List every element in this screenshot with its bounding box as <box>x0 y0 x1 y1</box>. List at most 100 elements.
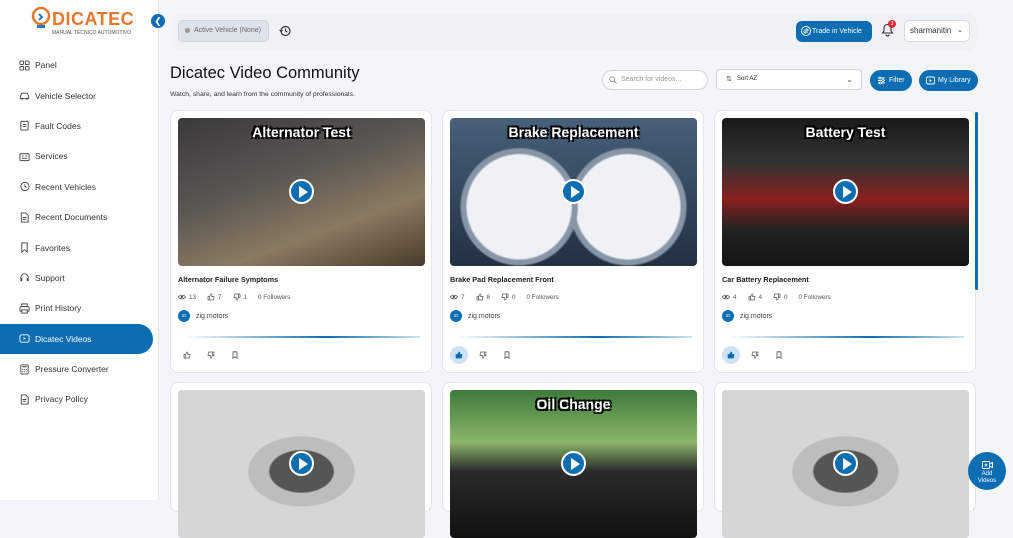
user-menu[interactable]: sharmanitin ⌄ <box>904 20 970 42</box>
sidebar-item-panel[interactable]: Panel <box>0 50 159 80</box>
chevron-down-icon: ⌄ <box>846 75 853 84</box>
dislike-button[interactable] <box>746 346 764 364</box>
video-card[interactable]: Alternator Test Alternator Failure Sympto… <box>170 110 432 373</box>
video-card[interactable] <box>170 382 432 538</box>
sidebar-item-favorites[interactable]: Favorites <box>0 232 159 262</box>
eye-icon <box>450 294 458 300</box>
chevron-down-icon: ⌄ <box>957 27 963 34</box>
video-card[interactable]: Brake Replacement Brake Pad Replacement F… <box>442 110 704 373</box>
bookmark-icon <box>504 351 510 359</box>
fab-label-line1: Add <box>981 471 993 477</box>
play-icon[interactable] <box>289 451 314 476</box>
trade-in-vehicle-button[interactable]: Trade in Vehicle <box>796 21 872 42</box>
dislike-button[interactable] <box>202 346 220 364</box>
bookmark-button[interactable] <box>498 346 516 364</box>
headset-icon <box>20 273 29 282</box>
grid-icon <box>19 60 30 71</box>
play-icon[interactable] <box>561 179 586 204</box>
like-count: 7 <box>218 293 222 301</box>
printer-icon <box>19 303 30 314</box>
filter-button[interactable]: Filter <box>870 70 912 91</box>
video-thumbnail[interactable] <box>178 390 425 538</box>
scrollbar[interactable] <box>975 112 978 290</box>
active-vehicle-label: Active Vehicle (None) <box>194 27 261 34</box>
sidebar-item-services[interactable]: Services <box>0 141 159 171</box>
sidebar-item-print-history[interactable]: Print History <box>0 293 159 323</box>
sidebar-item-support[interactable]: Support <box>0 263 159 293</box>
like-button[interactable] <box>178 346 196 364</box>
my-library-button[interactable]: My Library <box>919 70 978 91</box>
sidebar-item-label: Panel <box>35 60 57 71</box>
play-icon[interactable] <box>561 451 586 476</box>
sort-select[interactable]: ⇅ Sort AZ ⌄ <box>716 69 862 90</box>
like-button[interactable] <box>722 346 740 364</box>
history-icon[interactable] <box>279 25 291 37</box>
sidebar-item-label: Dicatec Videos <box>35 333 92 344</box>
bookmark-icon <box>776 351 782 359</box>
view-count: 13 <box>189 293 197 301</box>
sort-icon: ⇅ <box>726 76 732 83</box>
channel-name: zig.motors <box>468 312 501 320</box>
video-title[interactable]: Brake Pad Replacement Front <box>450 275 554 284</box>
video-thumbnail[interactable]: Alternator Test <box>178 118 425 266</box>
channel-link[interactable]: ZI zig.motors <box>722 310 772 322</box>
play-icon[interactable] <box>833 451 858 476</box>
car-icon <box>19 92 30 100</box>
video-card[interactable] <box>714 382 976 538</box>
thumbnail-title: Brake Replacement <box>508 124 639 140</box>
bookmark-button[interactable] <box>226 346 244 364</box>
dicatec-logo[interactable]: DICATEC MANUAL TÉCNICO AUTOMOTIVO <box>31 7 156 39</box>
video-actions <box>178 346 244 364</box>
video-card[interactable]: Oil Change <box>442 382 704 538</box>
sidebar-item-label: Pressure Converter <box>35 364 109 375</box>
bookmark-button[interactable] <box>770 346 788 364</box>
eye-icon <box>178 294 186 300</box>
active-vehicle-chip[interactable]: Active Vehicle (None) <box>178 20 269 42</box>
sidebar-item-privacy-policy[interactable]: Privacy Policy <box>0 384 159 414</box>
dislike-count: 1 <box>243 293 248 301</box>
document-icon <box>20 394 29 405</box>
avatar: ZI <box>450 310 462 322</box>
calculator-icon <box>20 364 29 375</box>
sidebar-item-recent-documents[interactable]: Recent Documents <box>0 202 159 232</box>
play-icon[interactable] <box>833 179 858 204</box>
like-count: 4 <box>758 293 763 301</box>
sidebar-item-label: Support <box>35 272 65 283</box>
divider <box>457 336 692 338</box>
thumbnail-title: Alternator Test <box>252 124 351 140</box>
sidebar-item-label: Vehicle Selector <box>35 90 96 101</box>
video-thumbnail[interactable]: Battery Test <box>722 118 969 266</box>
channel-link[interactable]: ZI zig.motors <box>450 310 500 322</box>
sidebar-item-label: Services <box>35 151 68 162</box>
page-subtitle: Watch, share, and learn from the communi… <box>170 91 355 98</box>
video-add-icon <box>981 461 993 469</box>
video-thumbnail[interactable] <box>722 390 969 538</box>
thumbnail-title: Battery Test <box>805 124 886 140</box>
sidebar-item-dicatec-videos[interactable]: Dicatec Videos <box>0 323 153 354</box>
sidebar-item-vehicle-selector[interactable]: Vehicle Selector <box>0 80 159 110</box>
video-title[interactable]: Car Battery Replacement <box>722 275 809 284</box>
sidebar-item-fault-codes[interactable]: Fault Codes <box>0 111 159 141</box>
like-button[interactable] <box>450 346 468 364</box>
dislike-button[interactable] <box>474 346 492 364</box>
thumbs-down-icon <box>479 351 487 359</box>
sidebar-item-recent-vehicles[interactable]: Recent Vehicles <box>0 172 159 202</box>
add-videos-button[interactable]: Add Videos <box>968 452 1006 490</box>
page-title: Dicatec Video Community <box>170 64 360 82</box>
play-icon[interactable] <box>289 179 314 204</box>
video-title[interactable]: Alternator Failure Symptoms <box>178 275 278 284</box>
video-thumbnail[interactable]: Brake Replacement <box>450 118 697 266</box>
play-circle-icon <box>926 76 935 85</box>
video-card[interactable]: Battery Test Car Battery Replacement 4 4 0 0 … <box>714 110 976 373</box>
search-input[interactable]: Search for videos... <box>602 70 708 90</box>
collapse-sidebar-button[interactable]: ❮ <box>151 14 165 28</box>
channel-link[interactable]: ZI zig.motors <box>178 310 228 322</box>
swap-icon <box>801 26 811 36</box>
video-stats: 7 8 0 0 Followers <box>450 293 559 301</box>
thumbs-down-icon <box>751 351 759 359</box>
dislike-count: 0 <box>512 293 516 301</box>
top-bar: Active Vehicle (None) Trade in Vehicle 3… <box>172 13 977 51</box>
sidebar-item-pressure-converter[interactable]: Pressure Converter <box>0 354 159 384</box>
thumbs-down-icon <box>233 293 240 301</box>
video-thumbnail[interactable]: Oil Change <box>450 390 697 538</box>
